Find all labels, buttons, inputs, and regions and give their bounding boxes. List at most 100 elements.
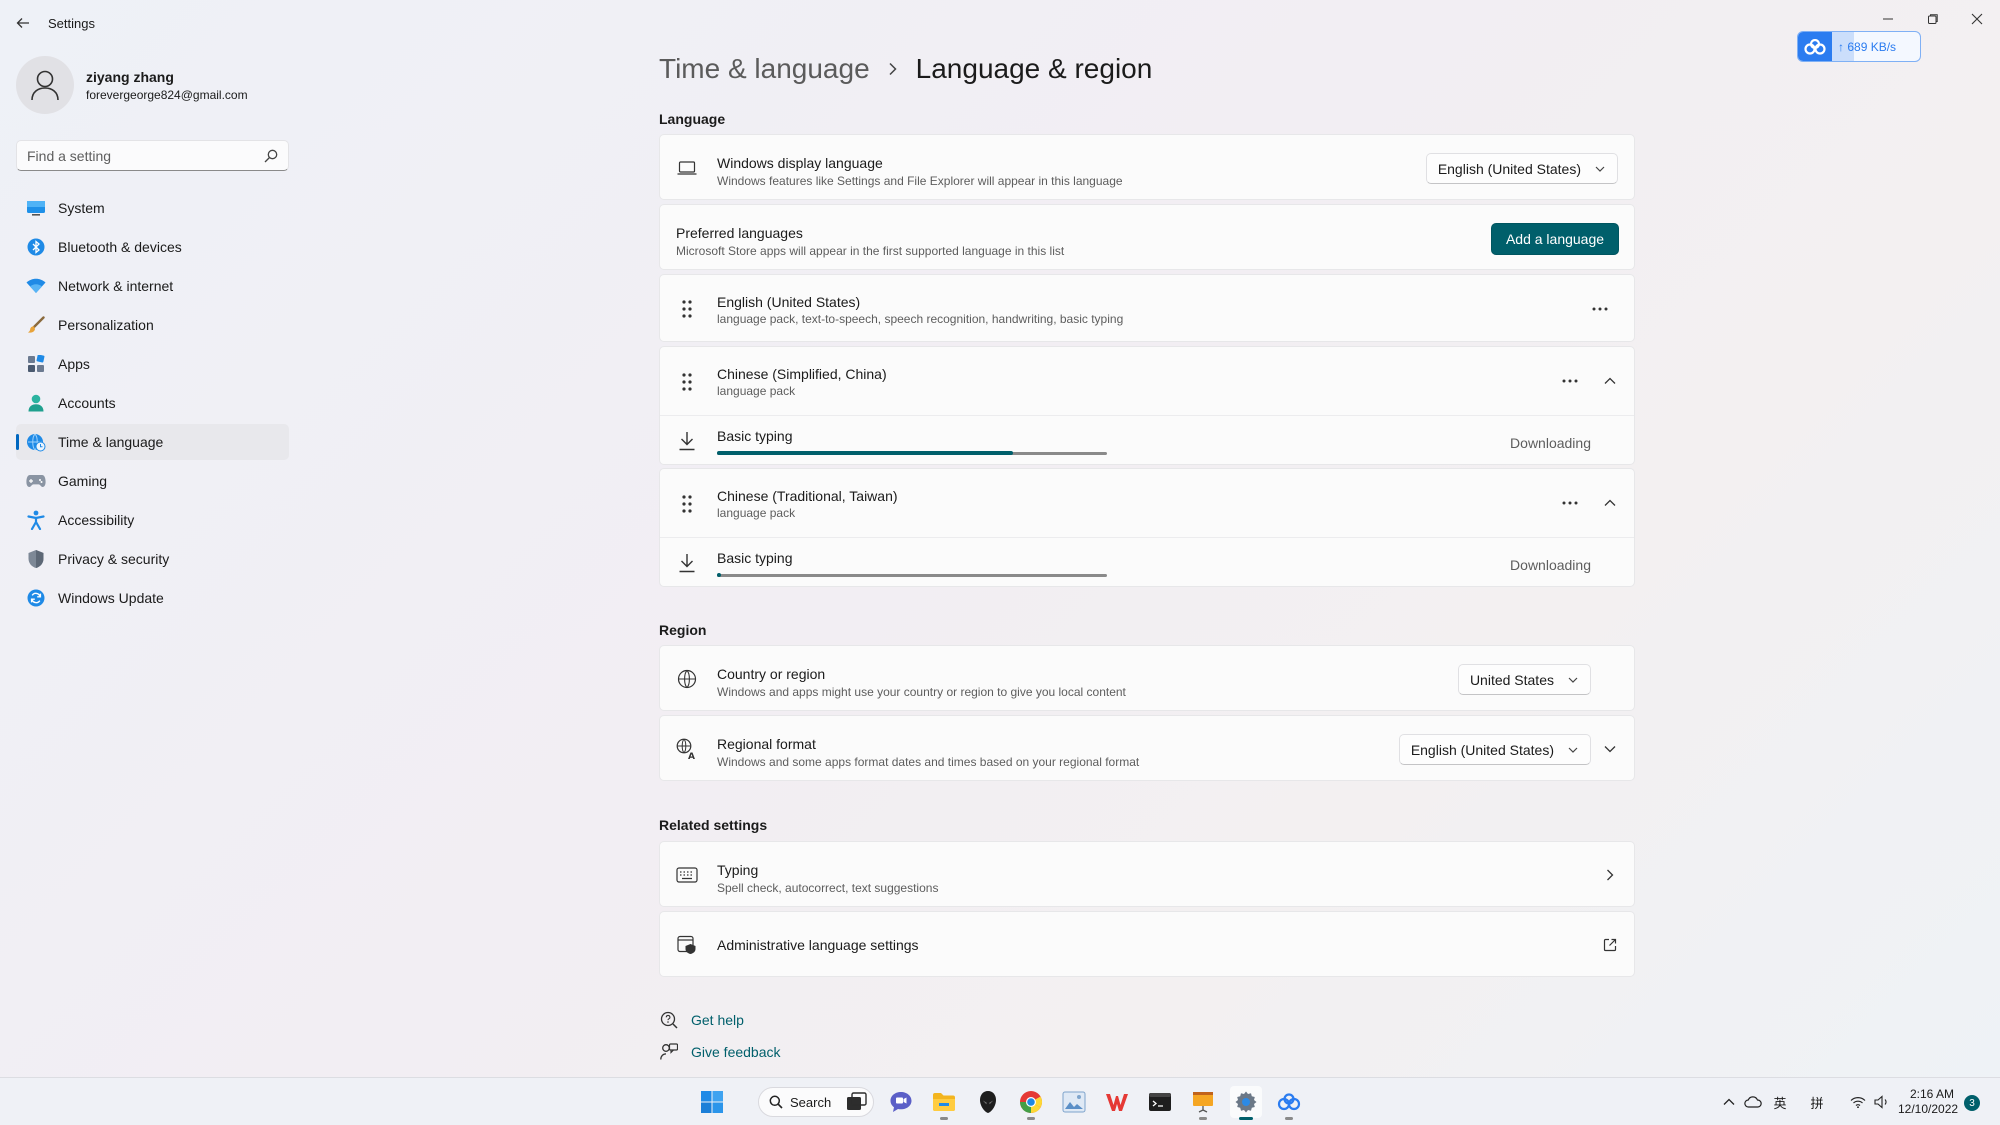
wps-office-button[interactable]: [1101, 1086, 1133, 1118]
sidebar-item-windows-update[interactable]: Windows Update: [16, 580, 289, 616]
minimize-button[interactable]: [1866, 4, 1910, 34]
alienware-app-button[interactable]: [972, 1086, 1004, 1118]
more-icon: [1562, 501, 1578, 505]
sidebar-nav: System Bluetooth & devices Network & int…: [16, 190, 289, 619]
back-arrow-icon: [16, 18, 29, 28]
country-region-desc: Windows and apps might use your country …: [717, 685, 1126, 699]
chrome-button[interactable]: [1015, 1086, 1047, 1120]
breadcrumb: Time & language Language & region: [659, 53, 1152, 85]
sidebar-item-privacy[interactable]: Privacy & security: [16, 541, 289, 577]
typing-card[interactable]: Typing Spell check, autocorrect, text su…: [659, 841, 1635, 907]
sidebar-item-gaming[interactable]: Gaming: [16, 463, 289, 499]
sidebar-item-accessibility[interactable]: Accessibility: [16, 502, 289, 538]
more-icon: [1562, 379, 1578, 383]
wps-icon: [1106, 1094, 1128, 1111]
drag-handle-icon[interactable]: [676, 371, 698, 393]
minimize-icon: [1883, 18, 1893, 20]
task-view-button[interactable]: [841, 1086, 873, 1118]
preferred-languages-card: Preferred languages Microsoft Store apps…: [659, 204, 1635, 270]
input-method-pinyin[interactable]: 拼: [1801, 1086, 1833, 1118]
brush-icon: [26, 315, 46, 335]
more-options-button[interactable]: [1556, 489, 1584, 517]
profile-email: forevergeorge824@gmail.com: [86, 87, 248, 102]
file-explorer-button[interactable]: [928, 1086, 960, 1120]
display-language-dropdown[interactable]: English (United States): [1425, 153, 1618, 184]
running-indicator: [940, 1117, 948, 1120]
breadcrumb-parent[interactable]: Time & language: [659, 53, 870, 85]
search-icon: [264, 149, 278, 168]
regional-format-icon: A: [676, 738, 698, 760]
settings-search[interactable]: [16, 140, 289, 171]
sidebar-item-network[interactable]: Network & internet: [16, 268, 289, 304]
app-title: Settings: [48, 16, 95, 31]
expand-button[interactable]: [1596, 735, 1624, 763]
sidebar-item-apps[interactable]: Apps: [16, 346, 289, 382]
laptop-icon: [676, 157, 698, 179]
country-region-dropdown[interactable]: United States: [1457, 664, 1591, 695]
running-indicator: [1199, 1117, 1207, 1120]
search-input[interactable]: [17, 147, 257, 164]
restore-button[interactable]: [1911, 4, 1955, 34]
accessibility-icon: [26, 510, 46, 530]
running-indicator: [1285, 1117, 1293, 1120]
download-progress-bar: [717, 451, 1107, 455]
more-options-button[interactable]: [1556, 367, 1584, 395]
presentation-app-button[interactable]: [1187, 1086, 1219, 1120]
chevron-up-icon: [1723, 1098, 1735, 1105]
chat-app-button[interactable]: [885, 1086, 917, 1118]
chevron-down-icon: [1604, 746, 1616, 753]
volume-icon: [1874, 1095, 1887, 1109]
svg-text:A: A: [688, 752, 695, 760]
language-row-chinese-simplified: Chinese (Simplified, China) language pac…: [659, 346, 1635, 465]
cloud-drive-button[interactable]: [1273, 1086, 1305, 1120]
sidebar-item-system[interactable]: System: [16, 190, 289, 226]
display-language-desc: Windows features like Settings and File …: [717, 174, 1123, 188]
user-profile[interactable]: ziyang zhang forevergeorge824@gmail.com: [16, 56, 248, 114]
collapse-button[interactable]: [1596, 367, 1624, 395]
photos-icon: [1062, 1091, 1086, 1113]
language-title: Chinese (Traditional, Taiwan): [717, 488, 898, 504]
clock-date: 12/10/2022: [1898, 1102, 1959, 1116]
chrome-icon: [1020, 1091, 1042, 1113]
download-progress-bar: [717, 573, 1107, 577]
sidebar-item-bluetooth[interactable]: Bluetooth & devices: [16, 229, 289, 265]
regional-format-dropdown[interactable]: English (United States): [1398, 734, 1591, 765]
drag-handle-icon[interactable]: [676, 493, 698, 515]
page-title: Language & region: [915, 53, 1153, 84]
basic-typing-row: Basic typing Downloading: [660, 415, 1634, 465]
photos-app-button[interactable]: [1058, 1086, 1090, 1118]
collapse-button[interactable]: [1596, 489, 1624, 517]
display-language-title: Windows display language: [717, 155, 883, 171]
chevron-up-icon: [1604, 499, 1616, 506]
active-indicator: [1239, 1117, 1253, 1120]
wifi-icon: [26, 276, 46, 296]
system-clock[interactable]: 2:16 AM 12/10/2022: [1898, 1087, 1959, 1117]
back-button[interactable]: [10, 10, 36, 36]
chevron-up-icon: [1604, 377, 1616, 384]
give-feedback-link[interactable]: Give feedback: [659, 1042, 781, 1062]
close-button[interactable]: [1955, 4, 1999, 34]
clock-time: 2:16 AM: [1909, 1087, 1954, 1101]
get-help-link[interactable]: Get help: [659, 1010, 744, 1030]
add-language-button[interactable]: Add a language: [1491, 223, 1619, 255]
input-mode-english[interactable]: 英: [1764, 1086, 1796, 1118]
alien-head-icon: [980, 1091, 996, 1113]
admin-language-card[interactable]: Administrative language settings: [659, 911, 1635, 977]
language-desc: language pack, text-to-speech, speech re…: [717, 312, 1124, 326]
wifi-icon: [1850, 1097, 1866, 1108]
network-speed-widget[interactable]: ↑ 689 KB/s: [1797, 31, 1921, 62]
drag-handle-icon[interactable]: [676, 298, 698, 320]
more-options-button[interactable]: [1586, 295, 1614, 323]
terminal-button[interactable]: [1144, 1086, 1176, 1118]
sidebar-item-personalization[interactable]: Personalization: [16, 307, 289, 343]
onedrive-cloud-icon: [1744, 1096, 1762, 1108]
sidebar-item-accounts[interactable]: Accounts: [16, 385, 289, 421]
start-button[interactable]: [696, 1086, 728, 1118]
settings-app-button[interactable]: [1230, 1086, 1262, 1120]
notification-badge[interactable]: 3: [1964, 1095, 1980, 1111]
profile-name: ziyang zhang: [86, 68, 174, 85]
download-progress-fill: [717, 573, 721, 577]
sidebar-item-time-language[interactable]: Time & language: [16, 424, 289, 460]
cloud-drive-icon: [1277, 1093, 1301, 1111]
quick-settings-button[interactable]: [1838, 1086, 1902, 1118]
